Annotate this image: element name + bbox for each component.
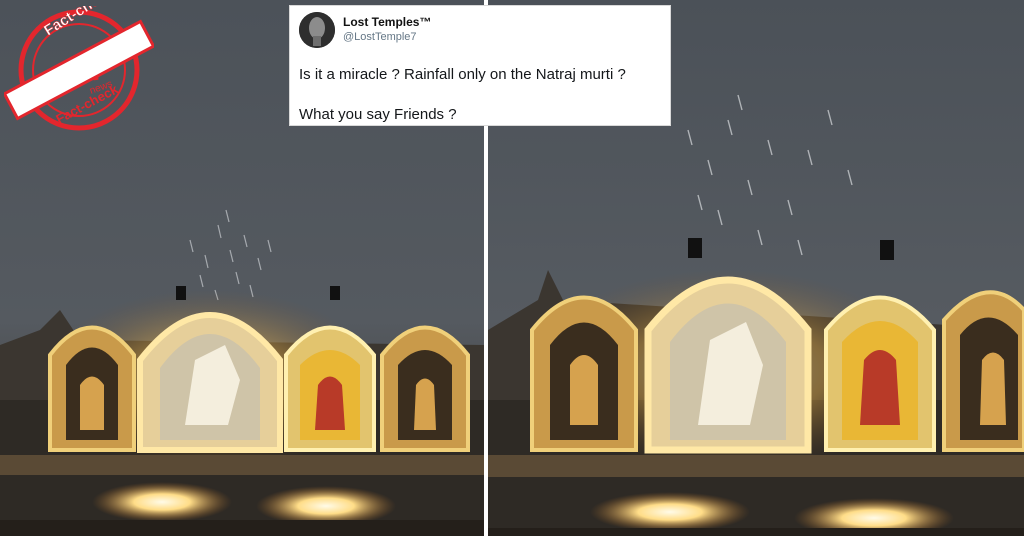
svg-text:Fact-check: Fact-check: [41, 6, 117, 39]
tweet-card: Lost Temples™ @LostTemple7 Is it a mirac…: [289, 5, 671, 126]
avatar-icon: [299, 12, 335, 48]
fact-check-stamp: alt news Fact-check Fact-check: [4, 6, 154, 134]
tweet-text-line-2: What you say Friends ?: [299, 106, 457, 123]
tweet-display-name[interactable]: Lost Temples™: [343, 15, 431, 29]
alt-news-logo: alt news Fact-check Fact-check: [4, 6, 154, 131]
tweet-text-line-1: Is it a miracle ? Rainfall only on the N…: [299, 66, 626, 83]
profile-avatar[interactable]: [299, 12, 335, 48]
tweet-handle[interactable]: @LostTemple7: [343, 31, 417, 43]
